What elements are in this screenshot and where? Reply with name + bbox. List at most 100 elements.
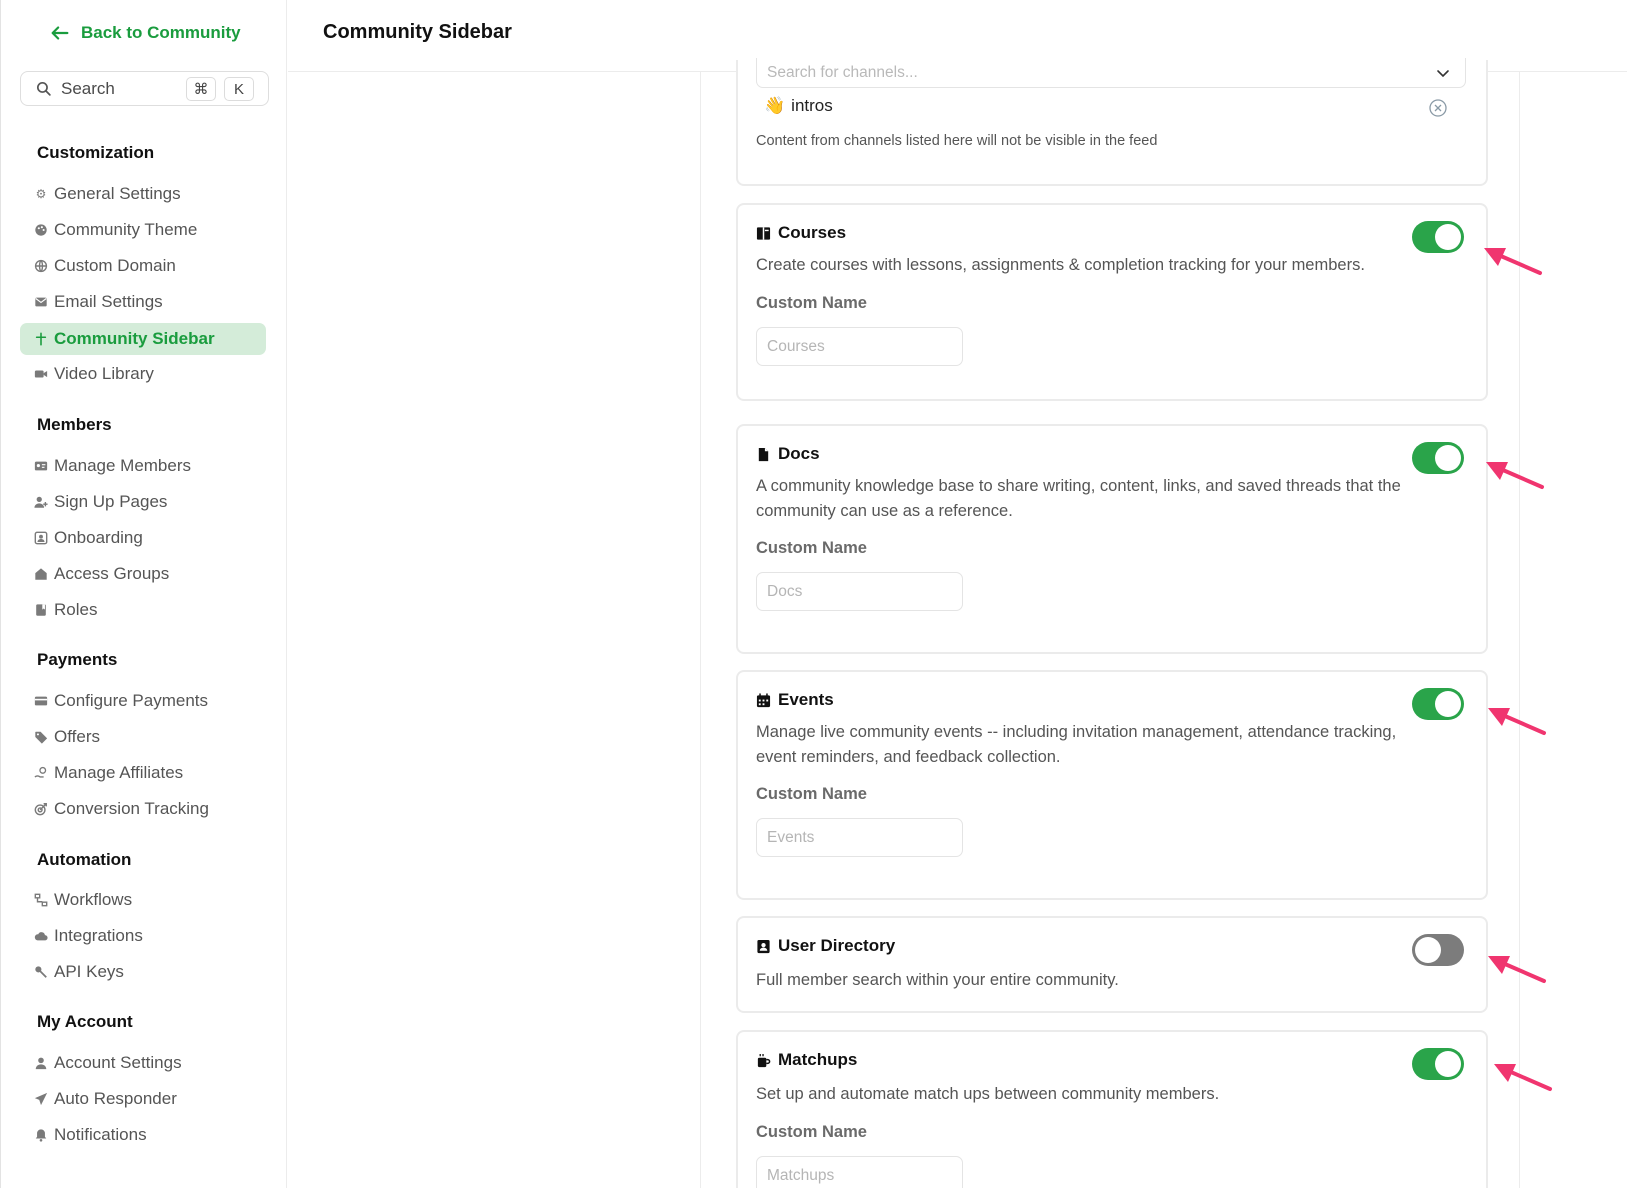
section-title-my-account: My Account xyxy=(37,1012,133,1031)
back-to-community-link[interactable]: Back to Community xyxy=(49,22,241,44)
search-input[interactable]: Search ⌘ K xyxy=(20,71,269,106)
sidebar-item-label: Manage Members xyxy=(54,456,192,475)
sidebar-item-label: Sign Up Pages xyxy=(54,492,168,511)
feature-title-courses: Courses xyxy=(756,223,846,243)
video-camera-icon xyxy=(34,367,48,381)
sidebar-item-conversion-tracking[interactable]: Conversion Tracking xyxy=(20,793,266,825)
annotation-arrow-icon xyxy=(1488,956,1546,983)
feature-title-label: Docs xyxy=(778,444,820,463)
feature-title-label: Courses xyxy=(778,223,847,242)
search-icon xyxy=(36,81,51,96)
feature-description-user-directory: Full member search within your entire co… xyxy=(756,971,1119,989)
toggle-events[interactable] xyxy=(1412,688,1464,720)
custom-name-input-courses[interactable]: Courses xyxy=(756,327,963,366)
feature-card-matchups: Matchups Set up and automate match ups b… xyxy=(736,1030,1488,1188)
palette-icon xyxy=(34,223,48,237)
sidebar-item-label: Email Settings xyxy=(54,292,163,311)
sidebar-item-email-settings[interactable]: Email Settings xyxy=(20,286,266,318)
globe-icon xyxy=(34,259,48,273)
target-icon xyxy=(34,802,48,816)
sidebar-item-label: Conversion Tracking xyxy=(54,799,209,818)
calendar-icon xyxy=(756,692,771,707)
gear-icon: ⚙ xyxy=(35,187,47,201)
custom-name-label: Custom Name xyxy=(756,294,867,312)
sidebar-item-workflows[interactable]: Workflows xyxy=(20,884,266,916)
id-card-icon xyxy=(34,459,48,473)
sidebar-item-label: Onboarding xyxy=(54,528,143,547)
annotation-arrow-icon xyxy=(1484,248,1542,275)
section-title-automation: Automation xyxy=(37,850,132,869)
envelope-icon xyxy=(34,295,48,309)
feature-title-matchups: Matchups xyxy=(756,1050,857,1070)
custom-name-input-docs[interactable]: Docs xyxy=(756,572,963,611)
toggle-knob xyxy=(1435,445,1461,471)
sidebar-item-label: Configure Payments xyxy=(54,691,209,710)
feature-title-user-directory: User Directory xyxy=(756,936,895,956)
sidebar-item-label: Notifications xyxy=(54,1125,147,1144)
custom-name-placeholder: Matchups xyxy=(767,1166,835,1184)
toggle-user-directory[interactable] xyxy=(1412,934,1464,966)
toggle-knob xyxy=(1435,691,1461,717)
sparkle-icon xyxy=(34,332,48,346)
sidebar-item-account-settings[interactable]: Account Settings xyxy=(20,1047,266,1079)
sidebar-item-general-settings[interactable]: ⚙ General Settings xyxy=(20,178,266,210)
back-to-community-label: Back to Community xyxy=(81,23,241,42)
book-icon xyxy=(756,226,771,240)
sidebar-item-community-theme[interactable]: Community Theme xyxy=(20,214,266,246)
key-icon xyxy=(34,965,48,979)
section-title-payments: Payments xyxy=(37,650,118,669)
feature-description-courses: Create courses with lessons, assignments… xyxy=(756,256,1365,274)
sidebar-item-access-groups[interactable]: Access Groups xyxy=(20,558,266,590)
sidebar-item-video-library[interactable]: Video Library xyxy=(20,358,266,390)
sidebar-item-notifications[interactable]: Notifications xyxy=(20,1119,266,1151)
toggle-matchups[interactable] xyxy=(1412,1048,1464,1080)
feature-title-docs: Docs xyxy=(756,444,820,464)
excluded-channels-card: Search for channels... 👋 intros Content … xyxy=(736,58,1488,186)
sidebar-item-community-sidebar[interactable]: Community Sidebar xyxy=(20,323,266,355)
remove-channel-icon[interactable] xyxy=(1428,98,1448,118)
waving-hand-icon: 👋 xyxy=(764,96,786,115)
mug-icon xyxy=(757,1053,771,1067)
page-title: Community Sidebar xyxy=(323,21,512,43)
onboarding-icon xyxy=(34,531,48,545)
house-icon xyxy=(34,567,48,581)
sidebar-item-onboarding[interactable]: Onboarding xyxy=(20,522,266,554)
sidebar-item-offers[interactable]: Offers xyxy=(20,721,266,753)
sidebar-item-label: Roles xyxy=(54,600,98,619)
toggle-docs[interactable] xyxy=(1412,442,1464,474)
channel-search-select[interactable]: Search for channels... xyxy=(756,58,1466,88)
sidebar-item-manage-members[interactable]: Manage Members xyxy=(20,450,266,482)
sidebar-item-api-keys[interactable]: API Keys xyxy=(20,956,266,988)
feature-description-events: Manage live community events -- includin… xyxy=(756,723,1397,766)
paper-plane-icon xyxy=(34,1092,48,1106)
cloud-icon xyxy=(34,929,48,943)
custom-name-placeholder: Courses xyxy=(767,337,825,355)
sidebar-item-integrations[interactable]: Integrations xyxy=(20,920,266,952)
custom-name-input-events[interactable]: Events xyxy=(756,818,963,857)
sidebar-item-sign-up-pages[interactable]: Sign Up Pages xyxy=(20,486,266,518)
custom-name-label: Custom Name xyxy=(756,785,867,803)
custom-name-input-matchups[interactable]: Matchups xyxy=(756,1156,963,1188)
sidebar-item-configure-payments[interactable]: Configure Payments xyxy=(20,685,266,717)
hand-coin-icon xyxy=(34,766,48,780)
custom-name-label: Custom Name xyxy=(756,539,867,557)
feature-title-label: Matchups xyxy=(778,1050,858,1069)
custom-name-placeholder: Docs xyxy=(767,582,803,600)
sidebar-item-manage-affiliates[interactable]: Manage Affiliates xyxy=(20,757,266,789)
bookmark-book-icon xyxy=(34,603,48,617)
sidebar-item-roles[interactable]: Roles xyxy=(20,594,266,626)
bell-icon xyxy=(34,1128,48,1142)
sidebar-item-label: Account Settings xyxy=(54,1053,182,1072)
excluded-channels-note: Content from channels listed here will n… xyxy=(756,133,1158,149)
annotation-arrow-icon xyxy=(1488,708,1546,735)
sidebar-item-label: Auto Responder xyxy=(54,1089,177,1108)
feature-title-events: Events xyxy=(756,690,834,710)
toggle-courses[interactable] xyxy=(1412,221,1464,253)
shortcut-mod-key: ⌘ xyxy=(186,77,216,101)
sidebar-item-custom-domain[interactable]: Custom Domain xyxy=(20,250,266,282)
sidebar-item-label: Integrations xyxy=(54,926,143,945)
chevron-down-icon xyxy=(1437,70,1449,78)
feature-card-docs: Docs A community knowledge base to share… xyxy=(736,424,1488,654)
user-icon xyxy=(34,1056,48,1070)
sidebar-item-auto-responder[interactable]: Auto Responder xyxy=(20,1083,266,1115)
